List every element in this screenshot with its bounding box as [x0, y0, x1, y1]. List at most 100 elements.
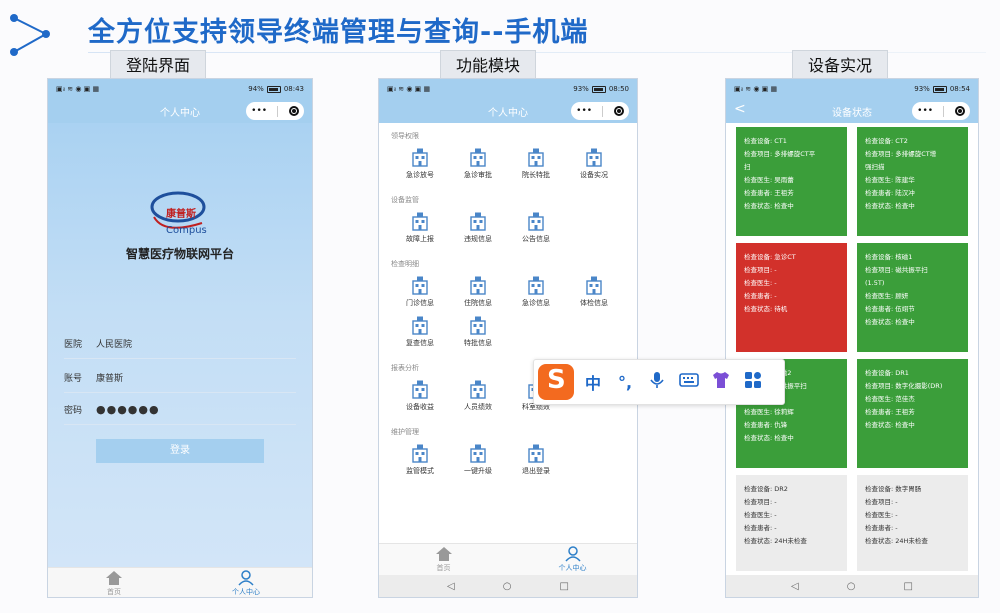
- module-label: 门诊信息: [406, 299, 434, 307]
- toolbox-grid-icon[interactable]: [740, 370, 766, 394]
- brand-name-en: Compus: [166, 225, 207, 236]
- hospital-icon: [412, 444, 428, 463]
- module-label: 退出登录: [522, 467, 550, 475]
- card-line: 检查患者: 仇锋: [744, 421, 788, 429]
- login-button[interactable]: 登录: [96, 439, 264, 463]
- module-item[interactable]: 急诊放号: [391, 147, 449, 180]
- hospital-icon: [528, 444, 544, 463]
- module-item[interactable]: 故障上报: [391, 211, 449, 244]
- ime-chinese-mode-button[interactable]: 中: [580, 370, 606, 394]
- platform-name: 智慧医疗物联网平台: [125, 247, 234, 261]
- recent-nav-icon[interactable]: □: [559, 581, 568, 592]
- module-item[interactable]: 一键升级: [449, 443, 507, 476]
- keyboard-icon[interactable]: [676, 370, 702, 394]
- field-value[interactable]: 人民医院: [96, 337, 132, 350]
- card-line: 检查状态: 24H未检查: [865, 537, 928, 545]
- module-label: 人员绩效: [464, 403, 492, 411]
- module-list: 领导权限 急诊放号 急诊审批 院长特批 设备实况 设备监管 故障上报 违规信息 公告信息 检查明细…: [379, 123, 637, 541]
- tab-personal[interactable]: 个人中心: [508, 544, 637, 575]
- tab-home[interactable]: 首页: [48, 568, 180, 597]
- module-item[interactable]: 复查信息: [391, 315, 449, 348]
- hospital-icon: [470, 276, 486, 295]
- card-line: 检查项目: -: [865, 498, 898, 506]
- back-arrow-icon[interactable]: <: [734, 101, 746, 117]
- module-item[interactable]: 监管模式: [391, 443, 449, 476]
- account-field[interactable]: 账号 康普斯: [64, 363, 296, 393]
- module-item[interactable]: 体检信息: [565, 275, 623, 308]
- device-status-card[interactable]: 检查设备: DR1 检查项目: 数字化摄影(DR) 检查医生: 范佳杰 检查患者: 王…: [857, 359, 968, 468]
- module-label: 特批信息: [464, 339, 492, 347]
- person-icon: [564, 546, 581, 562]
- device-status-card[interactable]: 检查设备: 核磁1 检查项目: 磁共振平扫 (1.5T) 检查医生: 顾妍 检查患者: …: [857, 243, 968, 352]
- microphone-icon[interactable]: [644, 370, 670, 394]
- hospital-icon: [586, 276, 602, 295]
- battery-icon: [932, 85, 947, 93]
- module-item[interactable]: 住院信息: [449, 275, 507, 308]
- hospital-icon: [528, 212, 544, 231]
- module-item[interactable]: 设备收益: [391, 379, 449, 412]
- skin-shirt-icon[interactable]: [708, 370, 734, 394]
- miniapp-capsule: •••: [246, 102, 304, 120]
- close-miniapp-icon[interactable]: [288, 106, 299, 116]
- home-nav-icon[interactable]: ○: [503, 581, 512, 592]
- miniapp-capsule: •••: [912, 102, 970, 120]
- miniapp-capsule: •••: [571, 102, 629, 120]
- field-label: 密码: [64, 406, 83, 416]
- device-status-card[interactable]: 检查设备: 数字胃肠 检查项目: - 检查医生: - 检查患者: - 检查状态: 24H…: [857, 475, 968, 571]
- module-item[interactable]: 门诊信息: [391, 275, 449, 308]
- card-line: 检查患者: -: [744, 524, 777, 532]
- tab-label: 个人中心: [232, 588, 260, 596]
- recent-nav-icon[interactable]: □: [903, 581, 912, 592]
- card-line: 检查状态: 检查中: [744, 202, 794, 210]
- card-line: 检查患者: 王祖芳: [744, 189, 794, 197]
- module-item[interactable]: 急诊信息: [507, 275, 565, 308]
- phone-device-status-screen: ▣ᵢₗ ≋ ◉ ▣ ▦ 93% 08:54 < 设备状态 ••• 检查设备: C…: [725, 78, 979, 598]
- module-group-title: 维护管理: [391, 428, 419, 436]
- card-line: 检查医生: -: [744, 511, 777, 519]
- password-field[interactable]: 密码 ●●●●●●: [64, 395, 296, 425]
- more-icon[interactable]: •••: [251, 106, 267, 116]
- home-nav-icon[interactable]: ○: [847, 581, 856, 592]
- close-miniapp-icon[interactable]: [613, 106, 624, 116]
- hospital-icon: [528, 276, 544, 295]
- device-status-card[interactable]: 检查设备: DR2 检查项目: - 检查医生: - 检查患者: - 检查状态: 24H未…: [736, 475, 847, 571]
- module-item[interactable]: 退出登录: [507, 443, 565, 476]
- hospital-field[interactable]: 医院 人民医院: [64, 329, 296, 359]
- card-line: 强扫描: [865, 163, 885, 171]
- module-item[interactable]: 设备实况: [565, 147, 623, 180]
- more-icon[interactable]: •••: [576, 106, 592, 116]
- module-item[interactable]: 院长特批: [507, 147, 565, 180]
- module-item[interactable]: 公告信息: [507, 211, 565, 244]
- back-nav-icon[interactable]: ◁: [447, 581, 455, 592]
- battery-icon: [266, 85, 281, 93]
- card-line: 检查医生: 陈建华: [865, 176, 915, 184]
- module-label: 院长特批: [522, 171, 550, 179]
- slide-title: 全方位支持领导终端管理与查询--手机端: [88, 17, 589, 48]
- device-status-card[interactable]: 检查设备: CT2 检查项目: 多排螺旋CT增 强扫描 检查医生: 陈建华 检查患者: …: [857, 127, 968, 236]
- more-icon[interactable]: •••: [917, 106, 933, 116]
- module-item[interactable]: 特批信息: [449, 315, 507, 348]
- sogou-logo-icon[interactable]: S: [538, 364, 574, 400]
- device-status-card[interactable]: 检查设备: CT1 检查项目: 多排螺旋CT平扫检查医生: 吴雨蕾 检查患者: 王祖…: [736, 127, 847, 236]
- signal-icons: ▣ᵢₗ ≋ ◉ ▣ ▦: [387, 85, 431, 93]
- field-value[interactable]: 康普斯: [96, 371, 123, 384]
- device-status-card[interactable]: 检查设备: 急诊CT 检查项目: - 检查医生: - 检查患者: - 检查状态: 待机: [736, 243, 847, 352]
- module-item[interactable]: 违规信息: [449, 211, 507, 244]
- card-line: 检查医生: 顾妍: [865, 292, 909, 300]
- module-item[interactable]: 人员绩效: [449, 379, 507, 412]
- tab-personal[interactable]: 个人中心: [180, 568, 312, 597]
- field-value[interactable]: ●●●●●●: [96, 403, 160, 416]
- card-line: 检查设备: DR2: [744, 485, 788, 493]
- card-line: 检查患者: 伍翊节: [865, 305, 915, 313]
- close-miniapp-icon[interactable]: [954, 106, 965, 116]
- card-line: 检查医生: 吴雨蕾: [744, 176, 794, 184]
- tab-home[interactable]: 首页: [379, 544, 508, 575]
- card-line: 检查设备: CT1: [744, 137, 787, 145]
- home-icon: [435, 547, 452, 561]
- back-nav-icon[interactable]: ◁: [791, 581, 799, 592]
- ime-toolbar: S 中 °,: [533, 359, 785, 405]
- tab-bar: 首页 个人中心: [48, 567, 312, 597]
- card-line: 检查项目: -: [744, 498, 777, 506]
- ime-punctuation-button[interactable]: °,: [612, 373, 638, 392]
- module-item[interactable]: 急诊审批: [449, 147, 507, 180]
